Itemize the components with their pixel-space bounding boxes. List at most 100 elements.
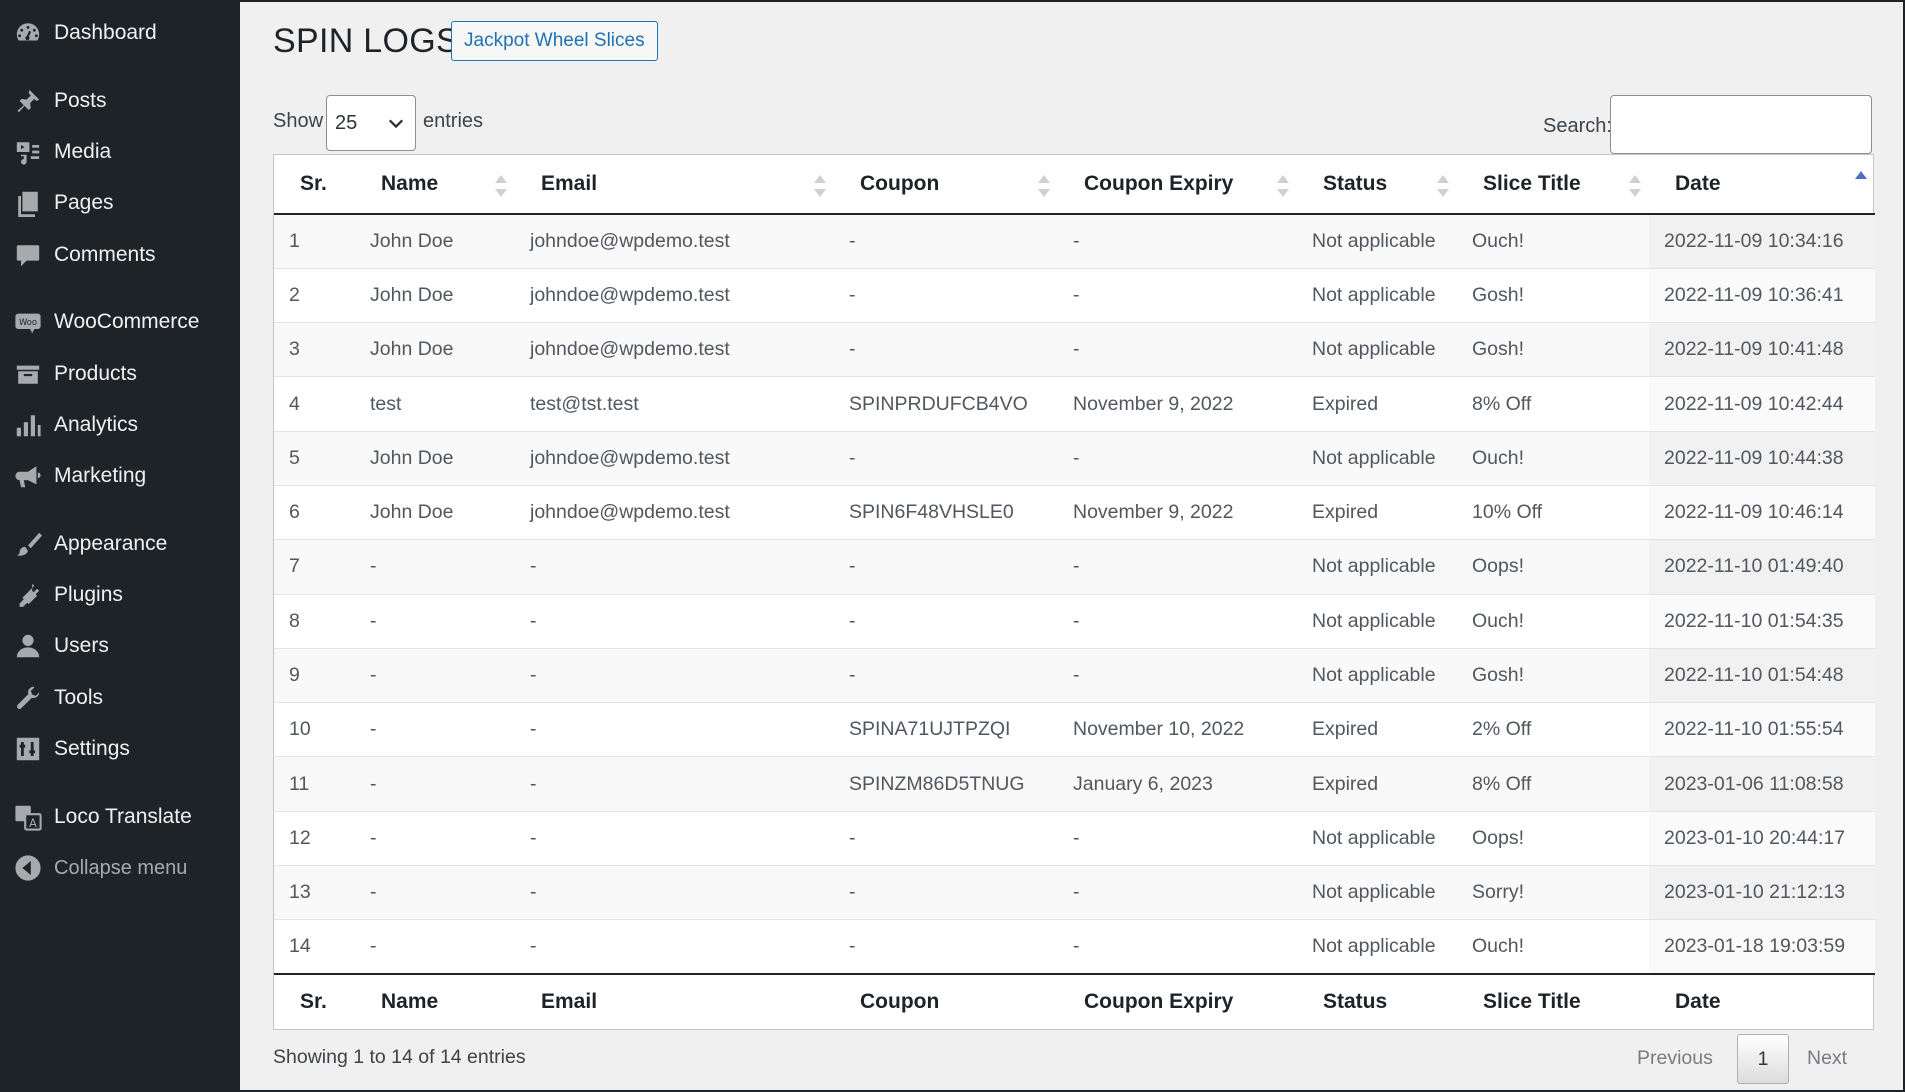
cell-name: John Doe — [355, 214, 515, 269]
cell-email: - — [515, 756, 834, 812]
cell-sr: 9 — [274, 647, 355, 703]
column-header-name[interactable]: Name — [355, 155, 515, 215]
sidebar-item-analytics[interactable]: Analytics — [0, 402, 240, 448]
cell-date: 2022-11-09 10:36:41 — [1649, 267, 1875, 323]
sidebar-item-posts[interactable]: Posts — [0, 78, 240, 124]
table-body: 1 John Doe johndoe@wpdemo.test - - Not applic… — [274, 214, 1875, 975]
sidebar-item-label: Dashboard — [54, 21, 157, 44]
cell-date: 2022-11-09 10:42:44 — [1649, 376, 1875, 432]
sidebar-item-users[interactable]: Users — [0, 623, 240, 669]
collapse-menu-button[interactable]: Collapse menu — [0, 845, 240, 891]
cell-name: - — [355, 810, 515, 866]
chevron-down-icon — [388, 119, 404, 129]
cell-status: Not applicable — [1297, 647, 1457, 703]
sidebar-item-label: Media — [54, 140, 112, 163]
cell-slice-title: Gosh! — [1457, 322, 1649, 377]
sidebar-item-woocommerce[interactable]: Woo WooCommerce — [0, 299, 240, 345]
cell-name: - — [355, 865, 515, 920]
cell-coupon-expiry: January 6, 2023 — [1058, 756, 1297, 812]
spin-logs-table: Sr. Name Email Coupon Coupon Expiry Stat… — [273, 154, 1875, 1030]
cell-name: John Doe — [355, 430, 515, 486]
sidebar-item-products[interactable]: Products — [0, 351, 240, 397]
cell-name: - — [355, 539, 515, 595]
cell-email: - — [515, 647, 834, 703]
column-header-status[interactable]: Status — [1297, 155, 1457, 215]
cell-status: Expired — [1297, 376, 1457, 432]
cell-email: - — [515, 810, 834, 866]
cell-email: johndoe@wpdemo.test — [515, 322, 834, 377]
footer-header-name: Name — [355, 973, 515, 1029]
footer-header-date: Date — [1649, 973, 1875, 1029]
cell-email: johndoe@wpdemo.test — [515, 484, 834, 540]
column-header-coupon[interactable]: Coupon — [834, 155, 1058, 215]
cell-coupon: - — [834, 539, 1058, 595]
cell-coupon-expiry: - — [1058, 810, 1297, 866]
column-header-label: Email — [541, 172, 598, 195]
sidebar-item-plugins[interactable]: Plugins — [0, 572, 240, 618]
column-header-label: Coupon — [860, 172, 940, 195]
cell-sr: 8 — [274, 593, 355, 649]
footer-header-status: Status — [1297, 973, 1457, 1029]
cell-date: 2022-11-10 01:54:35 — [1649, 593, 1875, 649]
column-header-slice-title[interactable]: Slice Title — [1457, 155, 1649, 215]
bar-chart-icon — [13, 410, 43, 440]
footer-header-coupon: Coupon — [834, 973, 1058, 1029]
cell-date: 2022-11-10 01:55:54 — [1649, 702, 1875, 757]
previous-page-button[interactable]: Previous — [1637, 1047, 1713, 1070]
cell-coupon-expiry: November 9, 2022 — [1058, 376, 1297, 432]
cell-email: johndoe@wpdemo.test — [515, 267, 834, 323]
cell-slice-title: Oops! — [1457, 539, 1649, 595]
cell-status: Not applicable — [1297, 214, 1457, 269]
page-1-button[interactable]: 1 — [1737, 1034, 1789, 1084]
column-header-coupon-expiry[interactable]: Coupon Expiry — [1058, 155, 1297, 215]
column-header-sr[interactable]: Sr. — [274, 155, 355, 215]
cell-name: - — [355, 919, 515, 975]
footer-header-coupon-expiry: Coupon Expiry — [1058, 973, 1297, 1029]
sidebar-item-label: Analytics — [54, 413, 139, 436]
search-input[interactable] — [1610, 95, 1872, 154]
cell-slice-title: Gosh! — [1457, 267, 1649, 323]
collapse-icon — [13, 853, 43, 883]
cell-status: Not applicable — [1297, 267, 1457, 323]
translate-icon: A — [13, 802, 43, 832]
sidebar-item-label: Posts — [54, 89, 107, 112]
sidebar-item-dashboard[interactable]: Dashboard — [0, 10, 240, 56]
sidebar-item-pages[interactable]: Pages — [0, 180, 240, 226]
cell-status: Expired — [1297, 484, 1457, 540]
cell-coupon-expiry: - — [1058, 593, 1297, 649]
cell-email: - — [515, 593, 834, 649]
sidebar-item-label: Marketing — [54, 464, 147, 487]
sidebar-item-loco-translate[interactable]: A Loco Translate — [0, 794, 240, 840]
cell-status: Not applicable — [1297, 539, 1457, 595]
sidebar-item-marketing[interactable]: Marketing — [0, 453, 240, 499]
sidebar-item-media[interactable]: Media — [0, 129, 240, 175]
svg-text:Woo: Woo — [19, 317, 37, 327]
cell-sr: 5 — [274, 430, 355, 486]
cell-name: - — [355, 647, 515, 703]
table-row: 14- - - - Not applicable Ouch! 2023-01-18 19:0… — [274, 919, 1875, 975]
sidebar-item-appearance[interactable]: Appearance — [0, 521, 240, 567]
column-header-date[interactable]: Date — [1649, 155, 1875, 215]
entries-length-select[interactable]: 25 — [326, 95, 416, 151]
cell-sr: 14 — [274, 919, 355, 975]
sidebar-item-label: Appearance — [54, 532, 168, 555]
footer-header-email: Email — [515, 973, 834, 1029]
jackpot-wheel-slices-button[interactable]: Jackpot Wheel Slices — [451, 21, 658, 61]
cell-coupon: - — [834, 267, 1058, 323]
cell-coupon: - — [834, 810, 1058, 866]
search-label: Search: — [1543, 115, 1612, 137]
cell-sr: 13 — [274, 865, 355, 920]
sidebar-item-comments[interactable]: Comments — [0, 232, 240, 278]
cell-coupon: - — [834, 214, 1058, 269]
column-header-email[interactable]: Email — [515, 155, 834, 215]
sidebar-item-settings[interactable]: Settings — [0, 726, 240, 772]
table-row: 9- - - - Not applicable Gosh! 2022-11-10 01:54… — [274, 647, 1875, 703]
cell-name: test — [355, 376, 515, 432]
cell-coupon-expiry: - — [1058, 647, 1297, 703]
sliders-icon — [13, 734, 43, 764]
next-page-button[interactable]: Next — [1807, 1047, 1847, 1070]
sidebar-item-tools[interactable]: Tools — [0, 675, 240, 721]
cell-coupon-expiry: November 10, 2022 — [1058, 702, 1297, 757]
cell-date: 2023-01-10 20:44:17 — [1649, 810, 1875, 866]
entries-label: entries — [423, 110, 484, 132]
